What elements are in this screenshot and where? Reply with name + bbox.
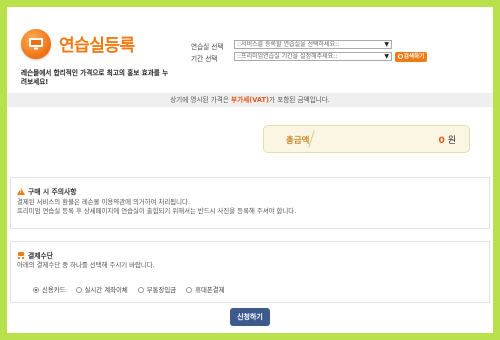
caution-panel: 구매 시 주의사항 결제된 서비스의 환불은 레슨몰 이용약관에 의거하여 처리… — [10, 177, 490, 229]
monitor-icon — [21, 29, 51, 59]
page-subtitle: 레슨몰에서 합리적인 가격으로 최고의 홍보 효과를 누려보세요! — [21, 69, 169, 86]
submit-button[interactable]: 신청하기 — [230, 308, 270, 326]
caution-line-1: 결제된 서비스의 환불은 레슨몰 이용약관에 의거하여 처리됩니다. — [17, 198, 190, 206]
radio-icon[interactable] — [33, 286, 39, 293]
caution-title-text: 구매 시 주의사항 — [28, 188, 77, 196]
caution-line-2: 프리미엄 연습실 등록 후 상세페이지에 연습실이 출힘되기 위해서는 반드시 … — [17, 207, 297, 215]
payment-option-deposit[interactable]: 무통장입금 — [137, 285, 177, 294]
total-unit: 원 — [447, 136, 456, 146]
chevron-down-icon: ▼ — [384, 53, 389, 60]
total-label: 총금액 — [286, 136, 310, 146]
radio-icon[interactable] — [75, 286, 82, 293]
payment-option-mobile[interactable]: 휴대폰결제 — [186, 285, 225, 294]
payment-option-label: 무통장입금 — [146, 286, 177, 294]
caution-title: 구매 시 주의사항 — [17, 186, 77, 196]
payment-option-label: 신용카드 — [42, 286, 66, 294]
page-title: 연습실등록 — [59, 36, 135, 56]
vat-notice-prefix: 상기에 명시된 가격은 — [170, 96, 231, 104]
search-button-label: 검색하기 — [403, 54, 425, 60]
payment-description: 아래의 결제수단 중 하나를 선택해 주시기 바랍니다. — [17, 261, 155, 269]
warning-icon — [17, 188, 25, 195]
total-value: 0원 — [438, 133, 456, 146]
payment-panel: 결제수단 아래의 결제수단 중 하나를 선택해 주시기 바랍니다. 신용카드 실… — [10, 241, 490, 303]
practice-select-value: ::서비스를 등록할 연습실을 선택하세요:: — [237, 41, 340, 48]
payment-title-text: 결제수단 — [28, 252, 54, 260]
payment-option-label: 실시간 계좌이체 — [84, 286, 128, 294]
search-icon — [397, 53, 403, 59]
payment-options: 신용카드 실시간 계좌이체 무통장입금 휴대폰결제 — [33, 285, 225, 294]
vat-notice-highlight: 부가세(VAT) — [231, 96, 269, 104]
practice-select-label: 연습실 선택 — [191, 43, 224, 51]
period-select-label: 기간 선택 — [191, 55, 218, 63]
payment-option-label: 휴대폰결제 — [195, 286, 225, 294]
total-amount: 0 — [438, 136, 445, 146]
period-select-value: ::프리미엄연습실 기간을 설정해주세요:: — [237, 53, 338, 60]
chevron-down-icon: ▼ — [384, 41, 389, 48]
radio-icon[interactable] — [186, 286, 193, 293]
search-button[interactable]: 검색하기 — [395, 52, 427, 62]
radio-icon[interactable] — [137, 286, 144, 293]
payment-option-card[interactable]: 신용카드 — [33, 285, 66, 294]
total-amount-box: 총금액 0원 — [263, 125, 470, 153]
period-select[interactable]: ::프리미엄연습실 기간을 설정해주세요:: ▼ — [234, 52, 392, 61]
header: 연습실등록 레슨몰에서 합리적인 가격으로 최고의 홍보 효과를 누려보세요! … — [7, 7, 493, 91]
vat-notice: 상기에 명시된 가격은 부가세(VAT)가 포함된 금액입니다. — [7, 93, 493, 107]
practice-select[interactable]: ::서비스를 등록할 연습실을 선택하세요:: ▼ — [234, 40, 392, 49]
payment-option-transfer[interactable]: 실시간 계좌이체 — [75, 285, 128, 294]
cart-icon — [17, 252, 25, 259]
page-frame: 연습실등록 레슨몰에서 합리적인 가격으로 최고의 홍보 효과를 누려보세요! … — [7, 7, 493, 333]
payment-title: 결제수단 — [17, 250, 53, 260]
vat-notice-suffix: 가 포함된 금액입니다. — [268, 96, 330, 104]
